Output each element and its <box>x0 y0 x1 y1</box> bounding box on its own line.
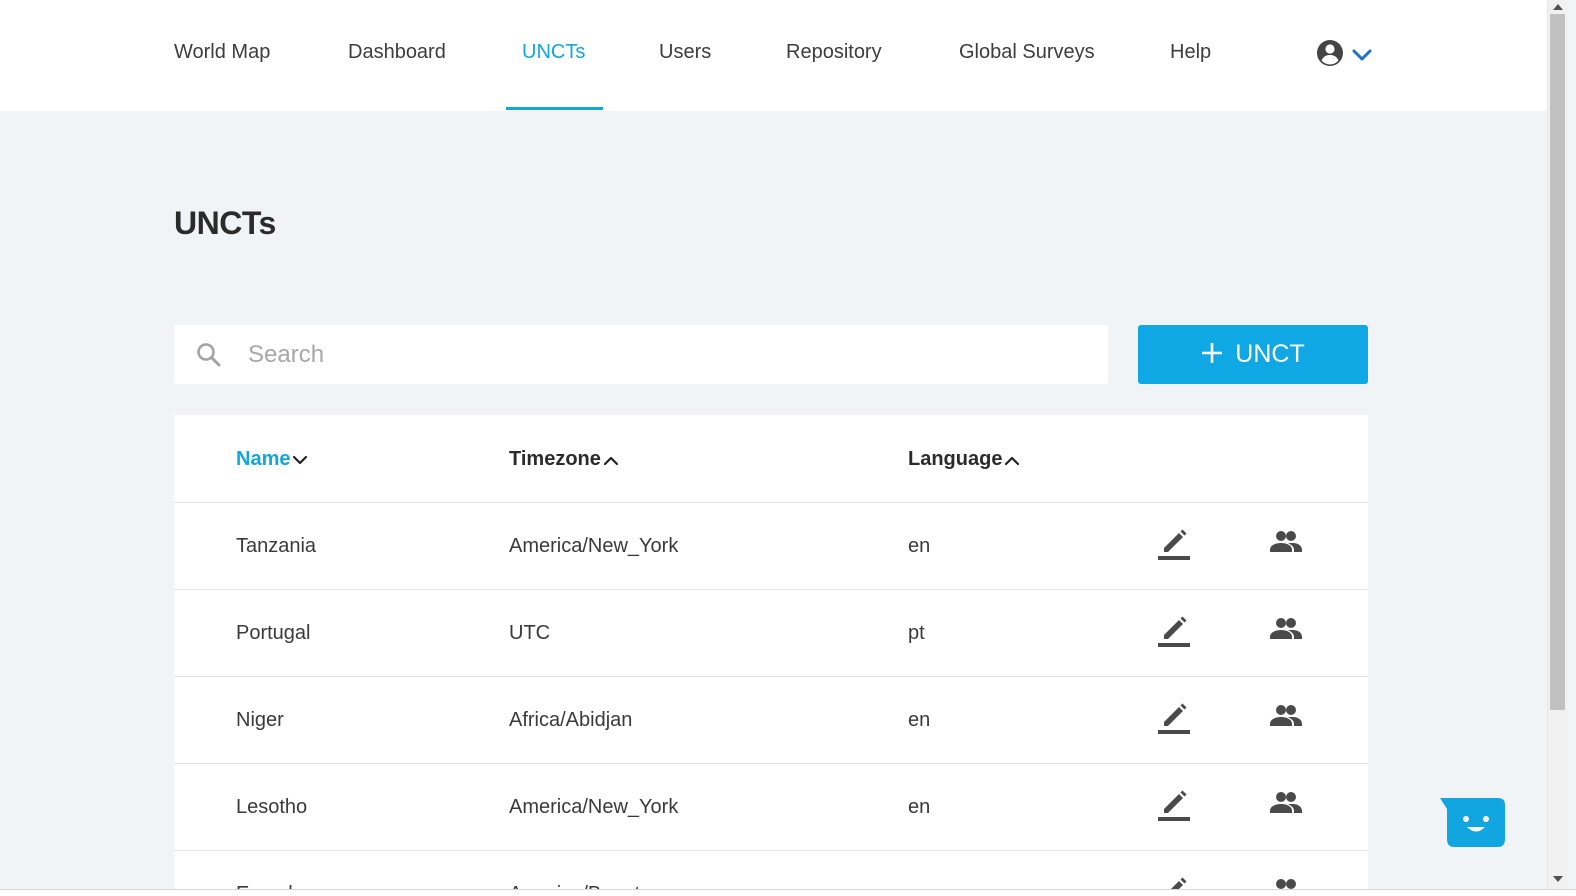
edit-button[interactable] <box>1154 697 1194 737</box>
column-header-timezone[interactable]: Timezone <box>509 448 620 471</box>
column-header-name-label: Name <box>236 448 291 470</box>
members-icon <box>1270 531 1302 552</box>
edit-button[interactable] <box>1154 610 1194 650</box>
scrollbar-thumb[interactable] <box>1550 14 1565 710</box>
account-menu-button[interactable] <box>1316 38 1382 68</box>
add-unct-label: UNCT <box>1235 340 1305 368</box>
table-row[interactable]: Niger Africa/Abidjan en <box>174 676 1368 763</box>
chevron-down-icon <box>1352 49 1372 61</box>
sort-asc-icon <box>1005 456 1020 465</box>
chat-bot-icon <box>1438 797 1505 847</box>
search-input[interactable] <box>248 335 1068 375</box>
table-row[interactable]: Portugal UTC pt <box>174 589 1368 676</box>
members-button[interactable] <box>1268 614 1304 644</box>
cell-name: Portugal <box>236 622 311 644</box>
cell-timezone: Africa/Abidjan <box>509 709 633 731</box>
window-bottom-edge <box>0 889 1576 896</box>
scroll-down-icon[interactable] <box>1553 876 1563 882</box>
edit-icon <box>1158 529 1190 560</box>
cell-timezone: UTC <box>509 622 551 644</box>
members-button[interactable] <box>1268 527 1304 557</box>
active-tab-indicator <box>506 107 603 110</box>
column-header-language[interactable]: Language <box>908 448 1021 471</box>
members-icon <box>1270 792 1302 813</box>
sort-desc-icon <box>293 455 308 464</box>
column-header-timezone-label: Timezone <box>509 448 601 470</box>
uncts-table: Name Timezone Language Tanzania America/… <box>174 415 1368 895</box>
members-button[interactable] <box>1268 788 1304 818</box>
nav-uncts[interactable]: UNCTs <box>522 40 585 64</box>
edit-icon <box>1158 616 1190 647</box>
column-header-name[interactable]: Name <box>236 448 309 471</box>
edit-button[interactable] <box>1154 523 1194 563</box>
cell-timezone: America/New_York <box>509 535 679 557</box>
cell-language: en <box>908 535 931 557</box>
nav-help[interactable]: Help <box>1170 40 1211 64</box>
search-icon <box>197 343 221 367</box>
nav-world-map[interactable]: World Map <box>174 40 270 64</box>
chat-widget-button[interactable] <box>1438 797 1506 849</box>
edit-icon <box>1158 703 1190 734</box>
cell-language: en <box>908 709 931 731</box>
members-button[interactable] <box>1268 701 1304 731</box>
cell-language: pt <box>908 622 925 644</box>
table-row[interactable]: Lesotho America/New_York en <box>174 763 1368 850</box>
cell-name: Tanzania <box>236 535 317 557</box>
page-title: UNCTs <box>174 205 276 241</box>
add-unct-button[interactable]: UNCT <box>1138 325 1368 384</box>
sort-asc-icon <box>603 456 618 465</box>
account-circle-icon <box>1317 40 1343 66</box>
table-row[interactable]: Tanzania America/New_York en <box>174 502 1368 589</box>
nav-dashboard[interactable]: Dashboard <box>348 40 446 64</box>
nav-global-surveys[interactable]: Global Surveys <box>959 40 1095 64</box>
cell-name: Lesotho <box>236 796 308 818</box>
plus-icon <box>1201 340 1223 370</box>
column-header-language-label: Language <box>908 448 1003 470</box>
edit-button[interactable] <box>1154 784 1194 824</box>
members-icon <box>1270 618 1302 639</box>
cell-timezone: America/New_York <box>509 796 679 818</box>
scroll-up-icon[interactable] <box>1553 4 1563 10</box>
cell-language: en <box>908 796 931 818</box>
vertical-scrollbar[interactable] <box>1547 0 1567 889</box>
search-box <box>174 325 1108 384</box>
edit-icon <box>1158 790 1190 821</box>
top-navigation: World Map Dashboard UNCTs Users Reposito… <box>0 0 1547 111</box>
members-icon <box>1270 705 1302 726</box>
cell-name: Niger <box>236 709 284 731</box>
nav-users[interactable]: Users <box>659 40 711 64</box>
nav-repository[interactable]: Repository <box>786 40 882 64</box>
